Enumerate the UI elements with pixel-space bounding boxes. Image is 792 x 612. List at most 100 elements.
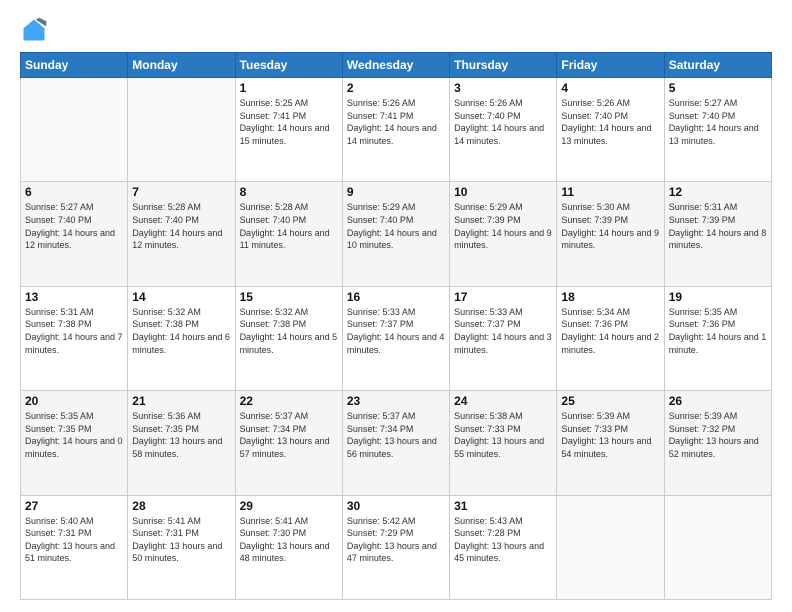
logo-icon bbox=[20, 16, 48, 44]
calendar-day-cell: 29Sunrise: 5:41 AMSunset: 7:30 PMDayligh… bbox=[235, 495, 342, 599]
day-info: Sunrise: 5:42 AMSunset: 7:29 PMDaylight:… bbox=[347, 515, 445, 565]
calendar-day-cell: 22Sunrise: 5:37 AMSunset: 7:34 PMDayligh… bbox=[235, 391, 342, 495]
day-info: Sunrise: 5:39 AMSunset: 7:32 PMDaylight:… bbox=[669, 410, 767, 460]
calendar-table: SundayMondayTuesdayWednesdayThursdayFrid… bbox=[20, 52, 772, 600]
calendar-day-cell: 4Sunrise: 5:26 AMSunset: 7:40 PMDaylight… bbox=[557, 78, 664, 182]
calendar-day-cell: 16Sunrise: 5:33 AMSunset: 7:37 PMDayligh… bbox=[342, 286, 449, 390]
day-number: 15 bbox=[240, 290, 338, 304]
calendar-day-cell: 5 Sunrise: 5:27 AMSunset: 7:40 PMDaylight… bbox=[664, 78, 771, 182]
day-info: Sunrise: 5:35 AMSunset: 7:36 PMDaylight:… bbox=[669, 306, 767, 356]
calendar-header-row: SundayMondayTuesdayWednesdayThursdayFrid… bbox=[21, 53, 772, 78]
day-header-sunday: Sunday bbox=[21, 53, 128, 78]
calendar-day-cell bbox=[664, 495, 771, 599]
calendar-day-cell bbox=[21, 78, 128, 182]
day-number: 14 bbox=[132, 290, 230, 304]
day-number: 3 bbox=[454, 81, 552, 95]
calendar-day-cell: 12Sunrise: 5:31 AMSunset: 7:39 PMDayligh… bbox=[664, 182, 771, 286]
day-number: 27 bbox=[25, 499, 123, 513]
calendar-day-cell: 2 Sunrise: 5:26 AMSunset: 7:41 PMDaylight… bbox=[342, 78, 449, 182]
calendar-day-cell: 27 Sunrise: 5:40 AMSunset: 7:31 PMDayligh… bbox=[21, 495, 128, 599]
calendar-week-row: 6 Sunrise: 5:27 AMSunset: 7:40 PMDaylight… bbox=[21, 182, 772, 286]
calendar-day-cell: 10 Sunrise: 5:29 AMSunset: 7:39 PMDayligh… bbox=[450, 182, 557, 286]
calendar-day-cell: 13Sunrise: 5:31 AMSunset: 7:38 PMDayligh… bbox=[21, 286, 128, 390]
day-number: 9 bbox=[347, 185, 445, 199]
day-info: Sunrise: 5:38 AMSunset: 7:33 PMDaylight:… bbox=[454, 410, 552, 460]
day-number: 31 bbox=[454, 499, 552, 513]
day-number: 16 bbox=[347, 290, 445, 304]
day-header-friday: Friday bbox=[557, 53, 664, 78]
calendar-day-cell bbox=[557, 495, 664, 599]
day-info: Sunrise: 5:37 AMSunset: 7:34 PMDaylight:… bbox=[347, 410, 445, 460]
day-number: 19 bbox=[669, 290, 767, 304]
day-info: Sunrise: 5:32 AMSunset: 7:38 PMDaylight:… bbox=[132, 306, 230, 356]
calendar-day-cell: 26 Sunrise: 5:39 AMSunset: 7:32 PMDayligh… bbox=[664, 391, 771, 495]
calendar-day-cell: 20 Sunrise: 5:35 AMSunset: 7:35 PMDayligh… bbox=[21, 391, 128, 495]
day-info: Sunrise: 5:29 AMSunset: 7:39 PMDaylight:… bbox=[454, 201, 552, 251]
calendar-week-row: 20 Sunrise: 5:35 AMSunset: 7:35 PMDayligh… bbox=[21, 391, 772, 495]
day-number: 5 bbox=[669, 81, 767, 95]
day-info: Sunrise: 5:29 AMSunset: 7:40 PMDaylight:… bbox=[347, 201, 445, 251]
day-info: Sunrise: 5:30 AMSunset: 7:39 PMDaylight:… bbox=[561, 201, 659, 251]
calendar-day-cell: 11 Sunrise: 5:30 AMSunset: 7:39 PMDayligh… bbox=[557, 182, 664, 286]
day-header-monday: Monday bbox=[128, 53, 235, 78]
day-number: 21 bbox=[132, 394, 230, 408]
day-info: Sunrise: 5:27 AMSunset: 7:40 PMDaylight:… bbox=[25, 201, 123, 251]
day-header-saturday: Saturday bbox=[664, 53, 771, 78]
day-info: Sunrise: 5:43 AMSunset: 7:28 PMDaylight:… bbox=[454, 515, 552, 565]
calendar-day-cell: 25 Sunrise: 5:39 AMSunset: 7:33 PMDayligh… bbox=[557, 391, 664, 495]
day-number: 7 bbox=[132, 185, 230, 199]
day-info: Sunrise: 5:33 AMSunset: 7:37 PMDaylight:… bbox=[454, 306, 552, 356]
day-info: Sunrise: 5:31 AMSunset: 7:39 PMDaylight:… bbox=[669, 201, 767, 251]
day-info: Sunrise: 5:28 AMSunset: 7:40 PMDaylight:… bbox=[240, 201, 338, 251]
day-number: 28 bbox=[132, 499, 230, 513]
calendar-day-cell: 28 Sunrise: 5:41 AMSunset: 7:31 PMDayligh… bbox=[128, 495, 235, 599]
day-number: 8 bbox=[240, 185, 338, 199]
day-info: Sunrise: 5:27 AMSunset: 7:40 PMDaylight:… bbox=[669, 97, 767, 147]
calendar-day-cell: 14 Sunrise: 5:32 AMSunset: 7:38 PMDayligh… bbox=[128, 286, 235, 390]
day-number: 10 bbox=[454, 185, 552, 199]
day-number: 20 bbox=[25, 394, 123, 408]
day-info: Sunrise: 5:36 AMSunset: 7:35 PMDaylight:… bbox=[132, 410, 230, 460]
calendar-day-cell: 24Sunrise: 5:38 AMSunset: 7:33 PMDayligh… bbox=[450, 391, 557, 495]
day-info: Sunrise: 5:26 AMSunset: 7:41 PMDaylight:… bbox=[347, 97, 445, 147]
calendar-day-cell: 8 Sunrise: 5:28 AMSunset: 7:40 PMDaylight… bbox=[235, 182, 342, 286]
calendar-day-cell: 3 Sunrise: 5:26 AMSunset: 7:40 PMDaylight… bbox=[450, 78, 557, 182]
calendar-day-cell: 9 Sunrise: 5:29 AMSunset: 7:40 PMDaylight… bbox=[342, 182, 449, 286]
day-number: 23 bbox=[347, 394, 445, 408]
calendar-week-row: 13Sunrise: 5:31 AMSunset: 7:38 PMDayligh… bbox=[21, 286, 772, 390]
calendar-day-cell: 1 Sunrise: 5:25 AMSunset: 7:41 PMDaylight… bbox=[235, 78, 342, 182]
day-number: 13 bbox=[25, 290, 123, 304]
day-info: Sunrise: 5:26 AMSunset: 7:40 PMDaylight:… bbox=[561, 97, 659, 147]
calendar-day-cell: 17 Sunrise: 5:33 AMSunset: 7:37 PMDayligh… bbox=[450, 286, 557, 390]
day-info: Sunrise: 5:35 AMSunset: 7:35 PMDaylight:… bbox=[25, 410, 123, 460]
day-info: Sunrise: 5:28 AMSunset: 7:40 PMDaylight:… bbox=[132, 201, 230, 251]
day-info: Sunrise: 5:34 AMSunset: 7:36 PMDaylight:… bbox=[561, 306, 659, 356]
calendar-day-cell: 31 Sunrise: 5:43 AMSunset: 7:28 PMDayligh… bbox=[450, 495, 557, 599]
day-info: Sunrise: 5:26 AMSunset: 7:40 PMDaylight:… bbox=[454, 97, 552, 147]
logo bbox=[20, 16, 52, 44]
calendar-day-cell: 30 Sunrise: 5:42 AMSunset: 7:29 PMDayligh… bbox=[342, 495, 449, 599]
day-number: 30 bbox=[347, 499, 445, 513]
day-header-wednesday: Wednesday bbox=[342, 53, 449, 78]
day-number: 6 bbox=[25, 185, 123, 199]
day-info: Sunrise: 5:25 AMSunset: 7:41 PMDaylight:… bbox=[240, 97, 338, 147]
day-info: Sunrise: 5:41 AMSunset: 7:30 PMDaylight:… bbox=[240, 515, 338, 565]
day-number: 17 bbox=[454, 290, 552, 304]
day-number: 1 bbox=[240, 81, 338, 95]
calendar-day-cell: 7 Sunrise: 5:28 AMSunset: 7:40 PMDaylight… bbox=[128, 182, 235, 286]
calendar-day-cell: 6 Sunrise: 5:27 AMSunset: 7:40 PMDaylight… bbox=[21, 182, 128, 286]
day-info: Sunrise: 5:41 AMSunset: 7:31 PMDaylight:… bbox=[132, 515, 230, 565]
day-header-thursday: Thursday bbox=[450, 53, 557, 78]
calendar-week-row: 1 Sunrise: 5:25 AMSunset: 7:41 PMDaylight… bbox=[21, 78, 772, 182]
day-info: Sunrise: 5:32 AMSunset: 7:38 PMDaylight:… bbox=[240, 306, 338, 356]
day-number: 2 bbox=[347, 81, 445, 95]
day-number: 11 bbox=[561, 185, 659, 199]
calendar-day-cell: 18Sunrise: 5:34 AMSunset: 7:36 PMDayligh… bbox=[557, 286, 664, 390]
day-header-tuesday: Tuesday bbox=[235, 53, 342, 78]
day-info: Sunrise: 5:40 AMSunset: 7:31 PMDaylight:… bbox=[25, 515, 123, 565]
day-number: 25 bbox=[561, 394, 659, 408]
day-number: 26 bbox=[669, 394, 767, 408]
day-info: Sunrise: 5:39 AMSunset: 7:33 PMDaylight:… bbox=[561, 410, 659, 460]
calendar-day-cell: 23 Sunrise: 5:37 AMSunset: 7:34 PMDayligh… bbox=[342, 391, 449, 495]
day-number: 22 bbox=[240, 394, 338, 408]
